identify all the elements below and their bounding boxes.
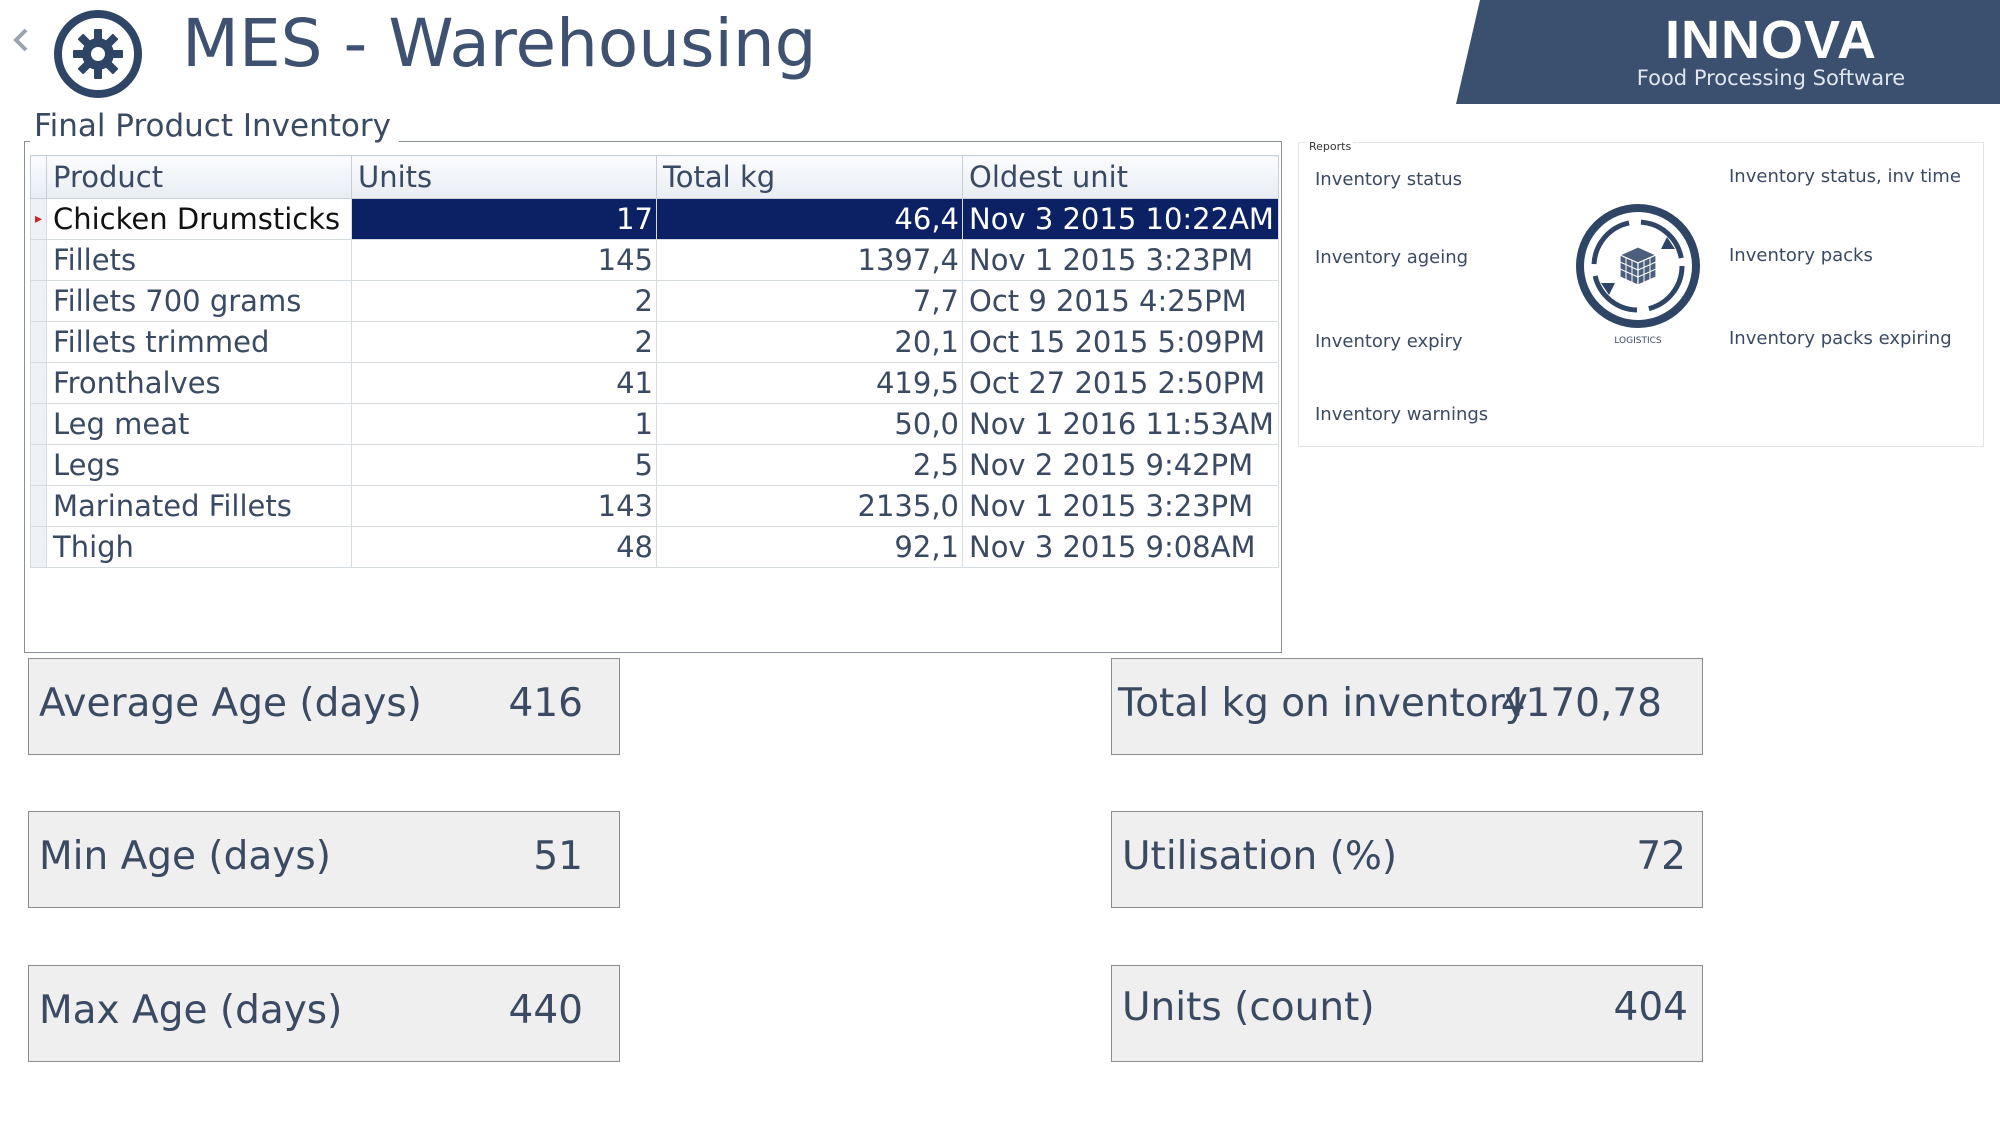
row-indicator [30,362,47,404]
row-indicator [30,239,47,281]
kpi-value: 51 [533,834,583,879]
inventory-group-title: Final Product Inventory [30,106,399,144]
cell-oldest-unit: Nov 1 2015 3:23PM [962,485,1279,527]
logistics-cube-icon [1571,201,1705,331]
back-button[interactable] [10,22,32,58]
chevron-left-icon [13,28,28,52]
reports-panel: Reports Inventory status Inventory agein… [1298,140,1984,447]
kpi-value: 4170,78 [1500,681,1662,726]
cell-oldest-unit: Nov 1 2016 11:53AM [962,403,1279,445]
kpi-value: 416 [508,681,583,726]
cell-oldest-unit: Oct 27 2015 2:50PM [962,362,1279,404]
logistics-label: LOGISTICS [1614,336,1662,346]
kpi-max-age: Max Age (days) 440 [28,965,620,1062]
current-row-arrow-icon: ▸ [30,198,47,240]
cell-total-kg: 20,1 [656,321,963,363]
cell-oldest-unit: Nov 2 2015 9:42PM [962,444,1279,486]
kpi-utilisation: Utilisation (%) 72 [1111,811,1703,908]
report-link-inventory-ageing[interactable]: Inventory ageing [1315,247,1468,268]
table-row[interactable]: Leg meat 1 50,0 Nov 1 2016 11:53AM [30,403,1279,445]
cell-total-kg: 46,4 [656,198,963,240]
table-row[interactable]: Legs 5 2,5 Nov 2 2015 9:42PM [30,444,1279,486]
kpi-value: 440 [508,988,583,1033]
report-link-inventory-expiry[interactable]: Inventory expiry [1315,331,1463,352]
table-row[interactable]: Fillets trimmed 2 20,1 Oct 15 2015 5:09P… [30,321,1279,363]
cell-total-kg: 2135,0 [656,485,963,527]
cell-units: 5 [351,444,657,486]
cell-product: Legs [46,444,352,486]
cell-units: 17 [351,198,657,240]
cell-product: Leg meat [46,403,352,445]
column-header-oldest-unit[interactable]: Oldest unit [962,155,1279,199]
cell-product: Thigh [46,526,352,568]
table-row[interactable]: Fillets 700 grams 2 7,7 Oct 9 2015 4:25P… [30,280,1279,322]
cell-oldest-unit: Oct 9 2015 4:25PM [962,280,1279,322]
report-link-inventory-status[interactable]: Inventory status [1315,169,1462,190]
row-indicator [30,321,47,363]
brand-tagline: Food Processing Software [1636,66,1906,90]
cell-oldest-unit: Nov 3 2015 10:22AM [962,198,1279,240]
cell-total-kg: 1397,4 [656,239,963,281]
row-indicator [30,526,47,568]
page-title: MES - Warehousing [182,5,817,82]
cell-units: 2 [351,280,657,322]
table-row[interactable]: Marinated Fillets 143 2135,0 Nov 1 2015 … [30,485,1279,527]
kpi-label: Max Age (days) [39,988,343,1033]
report-link-inventory-packs[interactable]: Inventory packs [1729,245,1873,266]
kpi-value: 72 [1636,834,1686,879]
row-indicator [30,485,47,527]
cell-oldest-unit: Oct 15 2015 5:09PM [962,321,1279,363]
kpi-label: Utilisation (%) [1122,834,1398,879]
reports-title: Reports [1307,140,1354,153]
kpi-label: Total kg on inventory [1118,681,1528,726]
table-row[interactable]: Thigh 48 92,1 Nov 3 2015 9:08AM [30,526,1279,568]
cell-units: 41 [351,362,657,404]
gear-icon [52,8,144,100]
brand-banner: INNOVA Food Processing Software [1456,0,2000,104]
report-link-inventory-warnings[interactable]: Inventory warnings [1315,404,1488,425]
kpi-min-age: Min Age (days) 51 [28,811,620,908]
cell-total-kg: 92,1 [656,526,963,568]
cell-product: Marinated Fillets [46,485,352,527]
table-row[interactable]: Fronthalves 41 419,5 Oct 27 2015 2:50PM [30,362,1279,404]
cell-units: 2 [351,321,657,363]
cell-units: 48 [351,526,657,568]
brand-logo: INNOVA [1664,10,1877,70]
inventory-table[interactable]: Product Units Total kg Oldest unit ▸ Chi… [30,155,1279,568]
row-indicator [30,280,47,322]
cell-product: Fillets trimmed [46,321,352,363]
table-row[interactable]: Fillets 145 1397,4 Nov 1 2015 3:23PM [30,239,1279,281]
cell-total-kg: 2,5 [656,444,963,486]
cell-product: Fillets 700 grams [46,280,352,322]
cell-total-kg: 419,5 [656,362,963,404]
cell-units: 143 [351,485,657,527]
kpi-average-age: Average Age (days) 416 [28,658,620,755]
cell-oldest-unit: Nov 1 2015 3:23PM [962,239,1279,281]
kpi-value: 404 [1613,985,1688,1030]
row-indicator-header [30,155,47,199]
kpi-total-kg: Total kg on inventory 4170,78 [1111,658,1703,755]
row-indicator [30,444,47,486]
kpi-label: Units (count) [1122,985,1375,1030]
cell-product: Chicken Drumsticks [46,198,352,240]
column-header-product[interactable]: Product [46,155,352,199]
kpi-label: Average Age (days) [39,681,422,726]
column-header-total-kg[interactable]: Total kg [656,155,963,199]
report-link-inventory-packs-expiring[interactable]: Inventory packs expiring [1729,328,1952,349]
cell-product: Fillets [46,239,352,281]
cell-total-kg: 7,7 [656,280,963,322]
row-indicator [30,403,47,445]
cell-units: 1 [351,403,657,445]
cell-product: Fronthalves [46,362,352,404]
cell-total-kg: 50,0 [656,403,963,445]
cell-units: 145 [351,239,657,281]
report-link-inventory-status-inv-time[interactable]: Inventory status, inv time [1729,166,1961,187]
kpi-units: Units (count) 404 [1111,965,1703,1062]
cell-oldest-unit: Nov 3 2015 9:08AM [962,526,1279,568]
table-row[interactable]: ▸ Chicken Drumsticks 17 46,4 Nov 3 2015 … [30,198,1279,240]
column-header-units[interactable]: Units [351,155,657,199]
kpi-label: Min Age (days) [39,834,331,879]
